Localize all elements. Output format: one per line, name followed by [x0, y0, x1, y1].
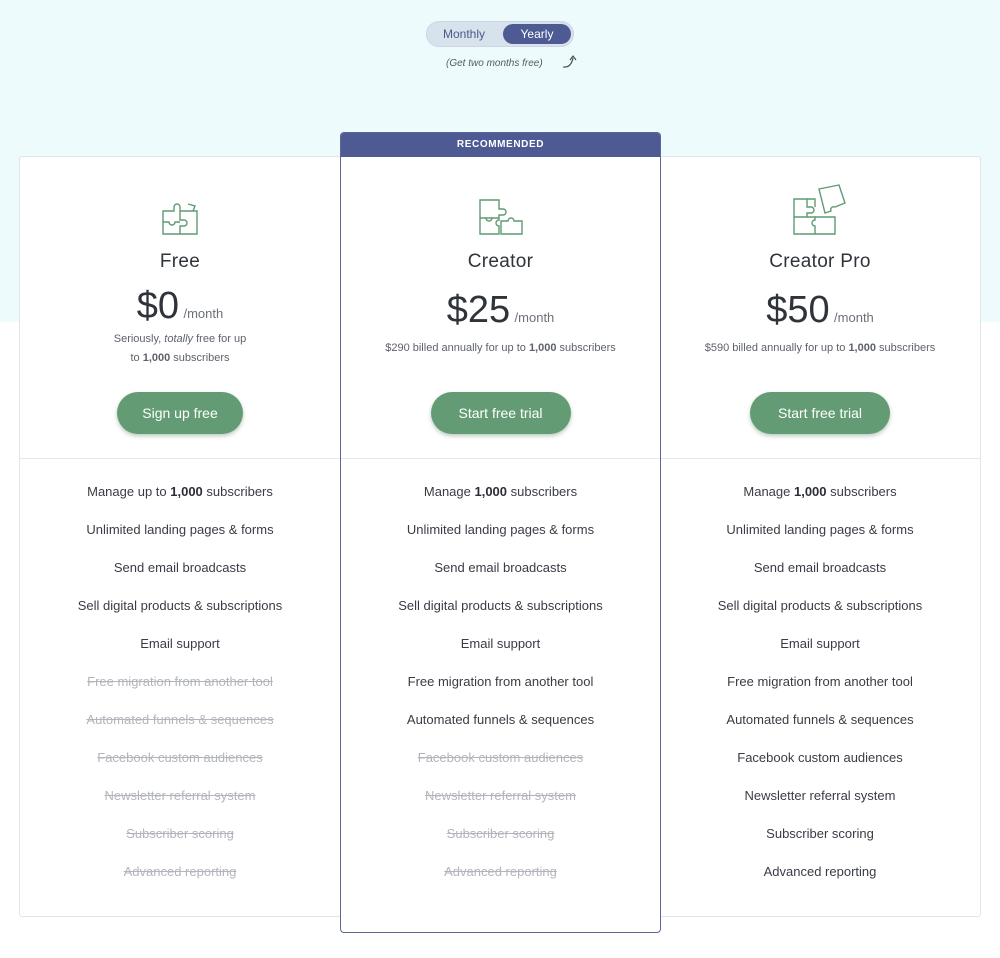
feature-list: Manage up to 1,000 subscribers Unlimited… — [20, 459, 340, 902]
feature-item: Email support — [460, 636, 541, 651]
feature-item-excluded: Subscriber scoring — [446, 826, 555, 841]
puzzle-icon — [478, 199, 523, 235]
feature-item-excluded: Facebook custom audiences — [97, 750, 263, 765]
feature-item: Automated funnels & sequences — [726, 712, 914, 727]
feature-item: Email support — [780, 636, 860, 651]
feature-item: Email support — [140, 636, 220, 651]
feature-item: Manage up to 1,000 subscribers — [87, 484, 273, 499]
feature-item: Send email broadcasts — [753, 560, 887, 575]
puzzle-icon — [793, 184, 846, 235]
curved-arrow-icon — [562, 55, 577, 68]
feature-item: Sell digital products & subscriptions — [77, 598, 283, 613]
feature-item: Unlimited landing pages & forms — [406, 522, 595, 537]
feature-item: Newsletter referral system — [744, 788, 896, 803]
puzzle-icon — [162, 203, 198, 235]
feature-item-excluded: Automated funnels & sequences — [86, 712, 274, 727]
plan-name: Creator Pro — [769, 251, 871, 272]
feature-item: Automated funnels & sequences — [406, 712, 595, 727]
plan-note: $590 billed annually for up to 1,000 sub… — [704, 342, 936, 354]
price-row: $0 /month — [20, 285, 340, 328]
price-row: $25 /month — [341, 289, 660, 332]
plan-price: $0 — [136, 285, 180, 327]
start-free-trial-button[interactable]: Start free trial — [430, 392, 571, 434]
plan-note: $290 billed annually for up to 1,000 sub… — [385, 342, 616, 354]
feature-item: Free migration from another tool — [407, 674, 594, 689]
plan-name: Free — [159, 251, 201, 272]
price-period: /month — [183, 306, 224, 321]
start-free-trial-button[interactable]: Start free trial — [750, 392, 890, 434]
feature-item: Unlimited landing pages & forms — [726, 522, 914, 537]
price-row: $50 /month — [660, 289, 980, 332]
feature-item: Unlimited landing pages & forms — [86, 522, 274, 537]
plan-note: Seriously, totally free for up to 1,000 … — [113, 333, 247, 364]
feature-item: Manage 1,000 subscribers — [423, 484, 578, 499]
plan-header: Creator Pro $50 /month $590 billed annua… — [660, 157, 980, 459]
feature-item: Send email broadcasts — [113, 560, 247, 575]
yearly-discount-note: (Get two months free) — [446, 58, 543, 69]
feature-list: Manage 1,000 subscribers Unlimited landi… — [341, 459, 660, 902]
feature-item-excluded: Subscriber scoring — [126, 826, 234, 841]
feature-item-excluded: Advanced reporting — [123, 864, 237, 879]
price-period: /month — [514, 310, 555, 325]
plan-card-creator-pro: Creator Pro $50 /month $590 billed annua… — [659, 156, 981, 917]
plan-price: $25 — [446, 289, 511, 331]
feature-item-excluded: Newsletter referral system — [104, 788, 256, 803]
feature-item: Sell digital products & subscriptions — [717, 598, 923, 613]
plan-price: $50 — [766, 289, 830, 331]
feature-item: Subscriber scoring — [766, 826, 874, 841]
feature-item: Sell digital products & subscriptions — [398, 598, 603, 613]
recommended-banner: RECOMMENDED — [341, 133, 660, 157]
plan-header: Creator $25 /month $290 billed annually … — [341, 157, 660, 459]
feature-item: Advanced reporting — [763, 864, 877, 879]
feature-item: Send email broadcasts — [434, 560, 567, 575]
feature-item: Manage 1,000 subscribers — [743, 484, 897, 499]
plan-header: Free $0 /month Seriously, totally free f… — [20, 157, 340, 459]
billing-option-yearly[interactable]: Yearly — [503, 24, 571, 44]
feature-list: Manage 1,000 subscribers Unlimited landi… — [660, 459, 980, 902]
feature-item: Free migration from another tool — [727, 674, 913, 689]
feature-item-excluded: Free migration from another tool — [87, 674, 273, 689]
sign-up-free-button[interactable]: Sign up free — [117, 392, 243, 434]
feature-item-excluded: Facebook custom audiences — [417, 750, 584, 765]
feature-item: Facebook custom audiences — [737, 750, 903, 765]
plan-card-free: Free $0 /month Seriously, totally free f… — [19, 156, 341, 917]
plan-card-creator: RECOMMENDED Creator $25 /month $290 bill… — [340, 132, 661, 933]
feature-item-excluded: Newsletter referral system — [425, 788, 576, 803]
billing-toggle[interactable]: Monthly Yearly — [426, 21, 574, 47]
billing-option-monthly[interactable]: Monthly — [431, 24, 497, 44]
plan-name: Creator — [467, 251, 534, 272]
price-period: /month — [834, 310, 874, 325]
feature-item-excluded: Advanced reporting — [444, 864, 557, 879]
